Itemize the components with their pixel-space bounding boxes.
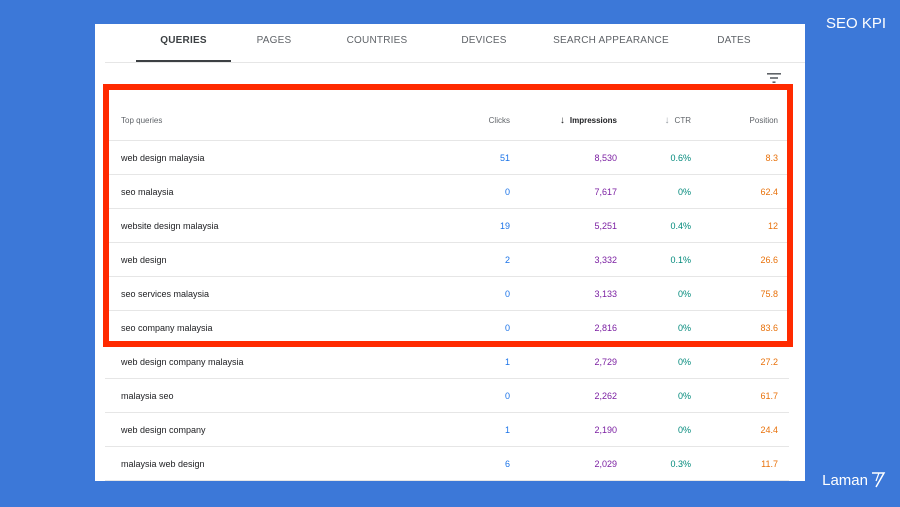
- impressions-cell: 3,133: [594, 288, 617, 299]
- ctr-cell: 0%: [677, 186, 691, 197]
- impressions-cell: 2,816: [594, 322, 617, 333]
- position-cell: 75.8: [760, 288, 778, 299]
- table-row[interactable]: website design malaysia 19 5,251 0.4% 12: [105, 209, 789, 243]
- ctr-cell: 0.3%: [670, 458, 691, 469]
- filter-icon[interactable]: [765, 70, 783, 86]
- clicks-cell: 6: [504, 458, 510, 469]
- query-cell: web design: [121, 254, 167, 265]
- impressions-cell: 3,332: [594, 254, 617, 265]
- clicks-cell: 1: [504, 424, 510, 435]
- table-row[interactable]: web design company 1 2,190 0% 24.4: [105, 413, 789, 447]
- ctr-cell: 0%: [677, 356, 691, 367]
- table-row[interactable]: seo company malaysia 0 2,816 0% 83.6: [105, 311, 789, 345]
- query-cell: seo malaysia: [121, 186, 174, 197]
- impressions-cell: 2,190: [594, 424, 617, 435]
- impressions-cell: 7,617: [594, 186, 617, 197]
- impressions-cell: 5,251: [594, 220, 617, 231]
- table-row[interactable]: web design malaysia 51 8,530 0.6% 8.3: [105, 141, 789, 175]
- impressions-cell: 2,729: [594, 356, 617, 367]
- query-cell: seo company malaysia: [121, 322, 213, 333]
- clicks-cell: 2: [504, 254, 510, 265]
- tab-search-appearance[interactable]: SEARCH APPEARANCE: [541, 24, 681, 62]
- header-impressions[interactable]: ↓ Impressions: [560, 101, 617, 140]
- clicks-cell: 1: [504, 356, 510, 367]
- table-row[interactable]: malaysia seo 0 2,262 0% 61.7: [105, 379, 789, 413]
- table-row[interactable]: malaysia web design 6 2,029 0.3% 11.7: [105, 447, 789, 481]
- slide-title: SEO KPI: [825, 15, 886, 32]
- query-cell: web design company malaysia: [121, 356, 244, 367]
- table-row[interactable]: web design 2 3,332 0.1% 26.6: [105, 243, 789, 277]
- tab-bar: QUERIES PAGES COUNTRIES DEVICES SEARCH A…: [105, 24, 805, 63]
- impressions-cell: 2,029: [594, 458, 617, 469]
- position-cell: 11.7: [761, 458, 778, 469]
- header-position[interactable]: Position: [750, 101, 778, 140]
- tab-pages[interactable]: PAGES: [239, 24, 309, 62]
- header-clicks[interactable]: Clicks: [489, 101, 510, 140]
- header-ctr-label: CTR: [674, 116, 691, 125]
- clicks-cell: 0: [504, 288, 510, 299]
- clicks-cell: 0: [504, 390, 510, 401]
- position-cell: 12: [767, 220, 778, 231]
- tab-countries[interactable]: COUNTRIES: [327, 24, 427, 62]
- query-cell: seo services malaysia: [121, 288, 210, 299]
- ctr-cell: 0.1%: [670, 254, 691, 265]
- ctr-cell: 0%: [677, 288, 691, 299]
- table-row[interactable]: seo services malaysia 0 3,133 0% 75.8: [105, 277, 789, 311]
- ctr-cell: 0%: [677, 390, 691, 401]
- sort-down-arrow-icon: ↓: [559, 115, 565, 126]
- impressions-cell: 8,530: [594, 152, 617, 163]
- brand-name: Laman: [822, 471, 868, 489]
- position-cell: 26.6: [760, 254, 778, 265]
- header-impressions-label: Impressions: [569, 116, 617, 125]
- search-console-panel: QUERIES PAGES COUNTRIES DEVICES SEARCH A…: [95, 24, 805, 481]
- position-cell: 61.7: [760, 390, 778, 401]
- header-ctr[interactable]: ↓ CTR: [665, 101, 691, 140]
- impressions-cell: 2,262: [594, 390, 617, 401]
- brand-logo: Laman: [822, 471, 886, 489]
- brand-mark-icon: [872, 472, 886, 488]
- position-cell: 24.4: [760, 424, 778, 435]
- query-cell: web design malaysia: [121, 152, 205, 163]
- ctr-cell: 0.6%: [670, 152, 691, 163]
- queries-table: Top queries Clicks ↓ Impressions ↓ CTR P…: [105, 101, 789, 481]
- table-row[interactable]: seo malaysia 0 7,617 0% 62.4: [105, 175, 789, 209]
- tab-queries[interactable]: QUERIES: [136, 24, 231, 62]
- query-cell: web design company: [121, 424, 206, 435]
- query-cell: website design malaysia: [121, 220, 219, 231]
- ctr-cell: 0.4%: [670, 220, 691, 231]
- query-cell: malaysia web design: [121, 458, 205, 469]
- ctr-cell: 0%: [677, 424, 691, 435]
- ctr-cell: 0%: [677, 322, 691, 333]
- header-top-queries: Top queries: [121, 116, 163, 125]
- position-cell: 27.2: [760, 356, 778, 367]
- clicks-cell: 0: [504, 322, 510, 333]
- tab-devices[interactable]: DEVICES: [439, 24, 529, 62]
- position-cell: 8.3: [765, 152, 778, 163]
- clicks-cell: 19: [499, 220, 510, 231]
- position-cell: 62.4: [760, 186, 778, 197]
- position-cell: 83.6: [760, 322, 778, 333]
- table-header: Top queries Clicks ↓ Impressions ↓ CTR P…: [105, 101, 789, 141]
- clicks-cell: 0: [504, 186, 510, 197]
- query-cell: malaysia seo: [121, 390, 174, 401]
- tab-dates[interactable]: DATES: [694, 24, 774, 62]
- sort-down-arrow-icon: ↓: [664, 115, 670, 126]
- clicks-cell: 51: [499, 152, 510, 163]
- table-row[interactable]: web design company malaysia 1 2,729 0% 27.2: [105, 345, 789, 379]
